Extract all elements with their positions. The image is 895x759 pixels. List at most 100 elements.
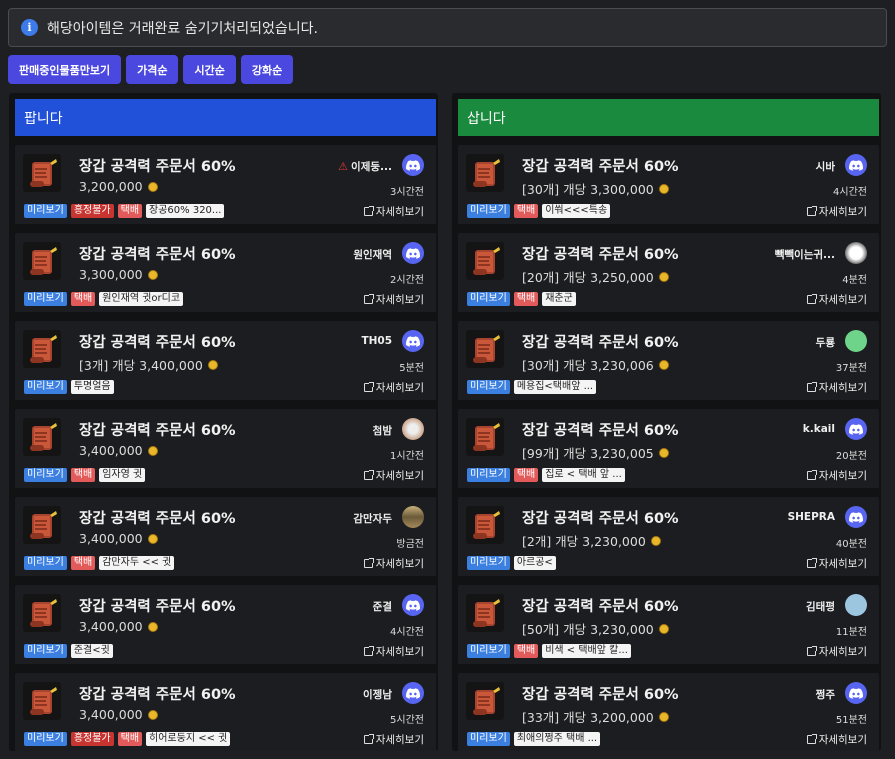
preview-tag[interactable]: 미리보기 xyxy=(24,644,67,658)
scroll-item-icon xyxy=(23,682,61,720)
detail-link[interactable]: 자세히보기 xyxy=(806,556,867,571)
price-text: 3,400,000 xyxy=(79,443,143,458)
sort-time-button[interactable]: 시간순 xyxy=(183,55,236,84)
detail-link[interactable]: 자세히보기 xyxy=(363,468,424,483)
user-avatar[interactable] xyxy=(845,330,867,352)
discord-icon[interactable] xyxy=(402,154,424,176)
listing-card[interactable]: 장갑 공격력 주문서 60% 3,400,000 준결 4시간전 미리보기 준결<귓 자세히… xyxy=(15,585,436,664)
detail-link[interactable]: 자세히보기 xyxy=(363,732,424,747)
item-price: 3,400,000 xyxy=(79,619,158,634)
preview-tag[interactable]: 미리보기 xyxy=(467,556,510,570)
discord-icon[interactable] xyxy=(845,506,867,528)
preview-tag[interactable]: 미리보기 xyxy=(467,380,510,394)
preview-tag[interactable]: 미리보기 xyxy=(467,292,510,306)
note-tag: 이쒀<<<특송 xyxy=(542,204,611,218)
price-text: [20개] 개당 3,250,000 xyxy=(522,270,654,285)
discord-icon[interactable] xyxy=(845,154,867,176)
seller-name[interactable]: SHEPRA xyxy=(788,511,835,523)
detail-link[interactable]: 자세히보기 xyxy=(806,644,867,659)
listing-card[interactable]: 장갑 공격력 주문서 60% [99개] 개당 3,230,005 k.kail 20… xyxy=(458,409,879,488)
posted-time: 20분전 xyxy=(835,451,867,462)
seller-name[interactable]: k.kail xyxy=(803,423,835,435)
note-tag: 투명얼음 xyxy=(70,380,114,394)
user-avatar[interactable] xyxy=(402,506,424,528)
listing-card[interactable]: 장갑 공격력 주문서 60% [2개] 개당 3,230,000 SHEPRA 40분… xyxy=(458,497,879,576)
listing-card[interactable]: 장갑 공격력 주문서 60% [30개] 개당 3,230,006 두룡 37분전 미리… xyxy=(458,321,879,400)
detail-link[interactable]: 자세히보기 xyxy=(806,732,867,747)
listing-card[interactable]: 장갑 공격력 주문서 60% [50개] 개당 3,230,000 김태평 11분전 미… xyxy=(458,585,879,664)
preview-tag[interactable]: 미리보기 xyxy=(24,556,67,570)
listing-card[interactable]: 장갑 공격력 주문서 60% 3,400,000 첨밤 1시간전 미리보기 택배 임자영 귓… xyxy=(15,409,436,488)
listing-card[interactable]: 장갑 공격력 주문서 60% [33개] 개당 3,200,000 쩡주 51분전 미리… xyxy=(458,673,879,751)
meso-coin-icon xyxy=(650,535,661,546)
seller-name[interactable]: 빽빽이는귀... xyxy=(775,247,835,262)
seller-name[interactable]: ⚠ 이제둥... xyxy=(338,159,392,174)
discord-icon[interactable] xyxy=(402,242,424,264)
posted-time: 3시간전 xyxy=(390,187,424,198)
listing-card[interactable]: 장갑 공격력 주문서 60% [20개] 개당 3,250,000 빽빽이는귀...… xyxy=(458,233,879,312)
discord-icon[interactable] xyxy=(402,594,424,616)
discord-icon[interactable] xyxy=(845,418,867,440)
detail-link[interactable]: 자세히보기 xyxy=(806,204,867,219)
listing-card[interactable]: 장갑 공격력 주문서 60% 3,400,000 이젱남 5시간전 미리보기 흥정불가 택배… xyxy=(15,673,436,751)
filter-selling-only-button[interactable]: 판매중인물품만보기 xyxy=(8,55,122,84)
delivery-tag: 택배 xyxy=(513,204,539,218)
item-title: 장갑 공격력 주문서 60% xyxy=(79,511,236,527)
user-avatar[interactable] xyxy=(845,594,867,616)
listing-card[interactable]: 장갑 공격력 주문서 60% 3,300,000 원인재역 2시간전 미리보기 택배 원인재… xyxy=(15,233,436,312)
seller-name[interactable]: TH05 xyxy=(361,335,392,347)
note-tag: 임자영 귓 xyxy=(99,468,146,482)
seller-name[interactable]: 김태평 xyxy=(806,599,835,614)
detail-link[interactable]: 자세히보기 xyxy=(363,204,424,219)
seller-name[interactable]: 시바 xyxy=(816,159,835,174)
seller-name[interactable]: 감만자두 xyxy=(353,511,392,526)
meso-coin-icon xyxy=(658,359,669,370)
detail-link[interactable]: 자세히보기 xyxy=(806,380,867,395)
detail-link[interactable]: 자세히보기 xyxy=(363,380,424,395)
listing-card[interactable]: 장갑 공격력 주문서 60% [30개] 개당 3,300,000 시바 4시간전 미리… xyxy=(458,145,879,224)
seller-name[interactable]: 첨밤 xyxy=(373,423,392,438)
listing-card[interactable]: 장갑 공격력 주문서 60% [3개] 개당 3,400,000 TH05 5분전 미리… xyxy=(15,321,436,400)
posted-time: 37분전 xyxy=(835,363,867,374)
discord-icon[interactable] xyxy=(402,330,424,352)
listing-card[interactable]: 장갑 공격력 주문서 60% 3,400,000 감만자두 방금전 미리보기 택배 감만자두… xyxy=(15,497,436,576)
detail-link[interactable]: 자세히보기 xyxy=(806,468,867,483)
listing-card[interactable]: 장갑 공격력 주문서 60% 3,200,000 ⚠ 이제둥... 3시간전 미리보기 흥정… xyxy=(15,145,436,224)
preview-tag[interactable]: 미리보기 xyxy=(24,732,67,746)
seller-name[interactable]: 두룡 xyxy=(816,335,835,350)
preview-tag[interactable]: 미리보기 xyxy=(467,644,510,658)
seller-name[interactable]: 준결 xyxy=(373,599,392,614)
seller-name[interactable]: 원인재역 xyxy=(353,247,392,262)
meso-coin-icon xyxy=(147,269,158,280)
user-name: 쩡주 xyxy=(815,689,835,701)
discord-icon[interactable] xyxy=(845,682,867,704)
sort-price-button[interactable]: 가격순 xyxy=(126,55,179,84)
detail-link[interactable]: 자세히보기 xyxy=(363,292,424,307)
sort-enhance-button[interactable]: 강화순 xyxy=(240,55,294,84)
seller-name[interactable]: 쩡주 xyxy=(816,687,835,702)
item-title: 장갑 공격력 주문서 60% xyxy=(522,247,679,263)
preview-tag[interactable]: 미리보기 xyxy=(467,732,510,746)
item-price: [99개] 개당 3,230,005 xyxy=(522,443,669,462)
posted-time: 4시간전 xyxy=(390,627,424,638)
meso-coin-icon xyxy=(658,623,669,634)
user-name: 원인재역 xyxy=(353,249,392,261)
detail-link[interactable]: 자세히보기 xyxy=(363,644,424,659)
posted-time: 51분전 xyxy=(835,715,867,726)
preview-tag[interactable]: 미리보기 xyxy=(24,204,67,218)
meso-coin-icon xyxy=(207,359,218,370)
user-avatar[interactable] xyxy=(845,242,867,264)
discord-icon[interactable] xyxy=(402,682,424,704)
detail-link[interactable]: 자세히보기 xyxy=(806,292,867,307)
preview-tag[interactable]: 미리보기 xyxy=(24,468,67,482)
info-icon: i xyxy=(21,19,38,36)
seller-name[interactable]: 이젱남 xyxy=(363,687,392,702)
preview-tag[interactable]: 미리보기 xyxy=(24,292,67,306)
item-price: 3,300,000 xyxy=(79,267,158,282)
preview-tag[interactable]: 미리보기 xyxy=(24,380,67,394)
preview-tag[interactable]: 미리보기 xyxy=(467,204,510,218)
user-avatar[interactable] xyxy=(402,418,424,440)
detail-link[interactable]: 자세히보기 xyxy=(363,556,424,571)
preview-tag[interactable]: 미리보기 xyxy=(467,468,510,482)
user-name: 시바 xyxy=(815,161,835,173)
